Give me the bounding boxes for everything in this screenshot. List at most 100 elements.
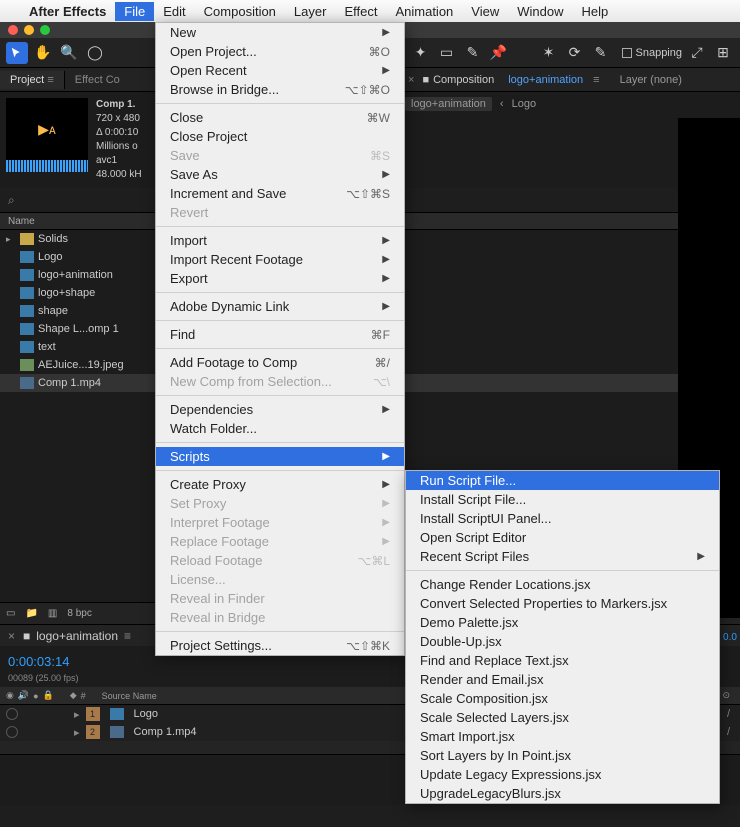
menu-item[interactable]: Sort Layers by In Point.jsx	[406, 746, 719, 765]
menu-item[interactable]: Close⌘W	[156, 108, 404, 127]
menu-item[interactable]: Double-Up.jsx	[406, 632, 719, 651]
menu-item[interactable]: Adobe Dynamic Link▶	[156, 297, 404, 316]
menu-item[interactable]: Project Settings...⌥⇧⌘K	[156, 636, 404, 655]
orbit-tool[interactable]: ◯	[84, 42, 106, 64]
layer-switch-icon[interactable]: /	[727, 726, 730, 739]
menu-item-label: Save	[170, 148, 200, 163]
menu-edit[interactable]: Edit	[154, 2, 194, 21]
minimize-window-icon[interactable]	[24, 25, 34, 35]
menu-item-label: Reveal in Finder	[170, 591, 265, 606]
menu-item[interactable]: Find⌘F	[156, 325, 404, 344]
puppet-tool-icon[interactable]: 📌	[488, 42, 510, 64]
disclosure-triangle-icon[interactable]: ▸	[6, 234, 16, 245]
menu-item[interactable]: Dependencies▶	[156, 400, 404, 419]
layer-switch-icon[interactable]: /	[727, 708, 730, 721]
menu-item-label: Set Proxy	[170, 496, 226, 511]
parent-icon[interactable]: ⊙	[722, 690, 730, 701]
project-item-name: AEJuice...19.jpeg	[38, 359, 124, 371]
zoom-window-icon[interactable]	[40, 25, 50, 35]
project-tab[interactable]: Project ≡	[0, 71, 65, 89]
close-window-icon[interactable]	[8, 25, 18, 35]
shape-tool-icon[interactable]: ▭	[436, 42, 458, 64]
menu-item-label: License...	[170, 572, 226, 587]
menu-item-label: Convert Selected Properties to Markers.j…	[420, 596, 667, 611]
crumb-a[interactable]: logo+animation	[405, 97, 492, 111]
menu-item[interactable]: Open Project...⌘O	[156, 42, 404, 61]
menu-item[interactable]: Create Proxy▶	[156, 475, 404, 494]
new-bin-icon[interactable]: ▭	[6, 608, 15, 619]
menu-item[interactable]: Open Script Editor	[406, 528, 719, 547]
menu-item[interactable]: Save As▶	[156, 165, 404, 184]
selection-tool[interactable]	[6, 42, 28, 64]
mp4-icon	[20, 377, 34, 389]
menu-item[interactable]: Find and Replace Text.jsx	[406, 651, 719, 670]
zoom-tool[interactable]: 🔍	[58, 42, 80, 64]
pen-tool-icon[interactable]: ✎	[462, 42, 484, 64]
visibility-toggle-icon[interactable]	[6, 708, 18, 720]
menu-item: Save⌘S	[156, 146, 404, 165]
new-folder-icon[interactable]: 📁	[25, 608, 37, 619]
new-comp-icon[interactable]: ▥	[48, 608, 57, 619]
hand-tool[interactable]: ✋	[32, 42, 54, 64]
menu-item: Set Proxy▶	[156, 494, 404, 513]
menu-item[interactable]: Open Recent▶	[156, 61, 404, 80]
menu-item[interactable]: Add Footage to Comp⌘/	[156, 353, 404, 372]
menu-item-label: Interpret Footage	[170, 515, 270, 530]
composition-panel-header: × ■ Composition logo+animation ≡ Layer (…	[400, 68, 740, 92]
menu-item[interactable]: Close Project	[156, 127, 404, 146]
name-column[interactable]: Name	[8, 216, 35, 227]
menu-item[interactable]: Import▶	[156, 231, 404, 250]
menu-item[interactable]: Convert Selected Properties to Markers.j…	[406, 594, 719, 613]
snap-edge-icon[interactable]: ⤢	[686, 42, 708, 64]
app-name[interactable]: After Effects	[20, 2, 115, 21]
menu-item[interactable]: Scale Composition.jsx	[406, 689, 719, 708]
snap-grid-icon[interactable]: ⊞	[712, 42, 734, 64]
menu-item[interactable]: UpgradeLegacyBlurs.jsx	[406, 784, 719, 803]
visibility-toggle-icon[interactable]	[6, 726, 18, 738]
menu-effect[interactable]: Effect	[335, 2, 386, 21]
menu-item[interactable]: Import Recent Footage▶	[156, 250, 404, 269]
menu-item[interactable]: Browse in Bridge...⌥⇧⌘O	[156, 80, 404, 99]
menu-item[interactable]: Scale Selected Layers.jsx	[406, 708, 719, 727]
expand-icon[interactable]: ▸	[74, 708, 80, 721]
search-icon: ⌕	[8, 193, 15, 208]
brush-tool-icon[interactable]: ✎	[590, 42, 612, 64]
menu-item[interactable]: New▶	[156, 23, 404, 42]
menu-help[interactable]: Help	[572, 2, 617, 21]
menu-item[interactable]: Demo Palette.jsx	[406, 613, 719, 632]
menu-item-label: Reveal in Bridge	[170, 610, 265, 625]
layer-tab[interactable]: Layer (none)	[620, 74, 682, 86]
menu-item-label: Watch Folder...	[170, 421, 257, 436]
menu-item[interactable]: Install ScriptUI Panel...	[406, 509, 719, 528]
menu-item[interactable]: Scripts▶	[156, 447, 404, 466]
menu-file[interactable]: File	[115, 2, 154, 21]
anchor-tool-icon[interactable]: ✦	[410, 42, 432, 64]
menu-window[interactable]: Window	[508, 2, 572, 21]
menu-item[interactable]: Render and Email.jsx	[406, 670, 719, 689]
menu-item[interactable]: Smart Import.jsx	[406, 727, 719, 746]
menu-item[interactable]: Export▶	[156, 269, 404, 288]
menu-layer[interactable]: Layer	[285, 2, 336, 21]
clone-tool-icon[interactable]: ⟳	[564, 42, 586, 64]
roto-tool-icon[interactable]: ✶	[538, 42, 560, 64]
timeline-tab[interactable]: logo+animation	[30, 629, 124, 643]
menu-item[interactable]: Watch Folder...	[156, 419, 404, 438]
bpc-toggle[interactable]: 8 bpc	[67, 608, 91, 619]
menu-item[interactable]: Change Render Locations.jsx	[406, 575, 719, 594]
menu-item[interactable]: Run Script File...	[406, 471, 719, 490]
menu-animation[interactable]: Animation	[386, 2, 462, 21]
menu-composition[interactable]: Composition	[195, 2, 285, 21]
comp-name[interactable]: logo+animation	[498, 71, 593, 89]
comp-icon	[20, 251, 34, 263]
menu-item[interactable]: Update Legacy Expressions.jsx	[406, 765, 719, 784]
submenu-arrow-icon: ▶	[382, 517, 390, 528]
source-name-col[interactable]: Source Name	[90, 691, 157, 701]
crumb-b[interactable]: Logo	[512, 98, 536, 110]
menu-item[interactable]: Increment and Save⌥⇧⌘S	[156, 184, 404, 203]
effect-controls-tab[interactable]: Effect Co	[65, 74, 130, 86]
menu-item[interactable]: Recent Script Files▶	[406, 547, 719, 566]
menu-item[interactable]: Install Script File...	[406, 490, 719, 509]
menu-view[interactable]: View	[462, 2, 508, 21]
expand-icon[interactable]: ▸	[74, 726, 80, 739]
snapping-toggle[interactable]: Snapping	[622, 47, 683, 59]
